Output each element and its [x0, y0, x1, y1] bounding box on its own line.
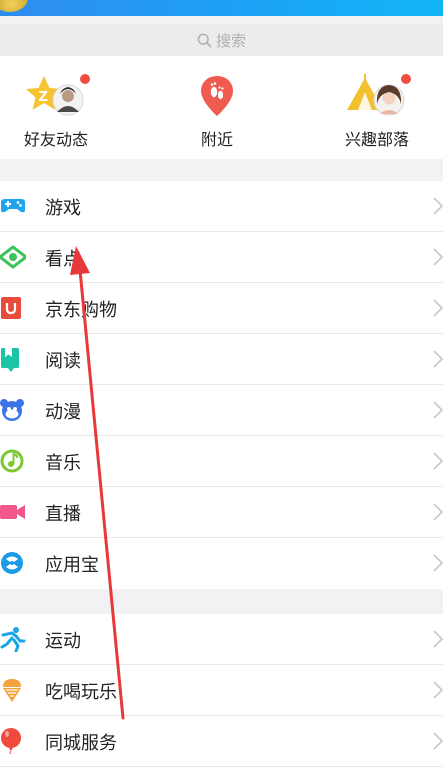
balloon-icon: [1, 728, 21, 754]
quick-interest-tribe[interactable]: 兴趣部落: [312, 72, 442, 150]
jd-shopping-icon: [1, 297, 21, 319]
menu-item-jd-shopping[interactable]: 京东购物: [0, 283, 443, 334]
menu-label: 音乐: [45, 452, 81, 474]
discover-screen: 搜索 Z 好友动态 附近 兴趣部落 游戏 看点 京东购物 阅读 动漫 音乐 直播…: [0, 0, 443, 774]
menu-label: 运动: [45, 630, 81, 652]
quick-label: 附近: [200, 130, 233, 149]
friends-feed-badge: [80, 74, 90, 84]
chevron-right-icon: [433, 452, 443, 470]
quick-friends-feed[interactable]: Z 好友动态: [0, 72, 121, 150]
services-menu-group: 游戏 看点 京东购物 阅读 动漫 音乐 直播 应用宝: [0, 181, 443, 589]
menu-item-music[interactable]: 音乐: [0, 436, 443, 487]
menu-label: 吃喝玩乐: [45, 681, 117, 703]
menu-item-app-store[interactable]: 应用宝: [0, 538, 443, 589]
chevron-right-icon: [433, 401, 443, 419]
chevron-right-icon: [433, 197, 443, 215]
menu-label: 看点: [45, 248, 81, 270]
chevron-right-icon: [433, 681, 443, 699]
user-avatar[interactable]: [0, 0, 28, 12]
quick-label: 兴趣部落: [344, 130, 409, 149]
search-bar[interactable]: 搜索: [0, 24, 443, 56]
menu-label: 应用宝: [45, 554, 99, 576]
live-video-icon: [0, 505, 25, 519]
menu-label: 直播: [45, 503, 81, 525]
svg-text:Z: Z: [39, 90, 48, 105]
menu-item-kandian[interactable]: 看点: [0, 232, 443, 283]
gamepad-icon: [1, 199, 25, 213]
friends-feed-icon: Z: [26, 76, 84, 116]
menu-label: 阅读: [45, 350, 81, 372]
chevron-right-icon: [433, 630, 443, 648]
eye-icon: [0, 245, 26, 269]
top-header-bar: [0, 0, 443, 16]
quick-label: 好友动态: [23, 130, 88, 149]
menu-item-local-services[interactable]: 同城服务: [0, 716, 443, 767]
search-placeholder: 搜索: [215, 31, 246, 50]
interest-tribe-icon: [347, 74, 405, 116]
menu-item-games[interactable]: 游戏: [0, 181, 443, 232]
lifestyle-menu-group: 运动 吃喝玩乐 同城服务: [0, 614, 443, 774]
nearby-location-icon: [201, 76, 233, 116]
menu-label: 游戏: [45, 197, 81, 219]
menu-item-food-fun[interactable]: 吃喝玩乐: [0, 665, 443, 716]
menu-label: 京东购物: [45, 299, 117, 321]
menu-item-sports[interactable]: 运动: [0, 614, 443, 665]
quick-actions-panel: Z 好友动态 附近 兴趣部落: [0, 56, 443, 159]
chevron-right-icon: [433, 299, 443, 317]
menu-label: 动漫: [45, 401, 81, 423]
menu-item-live[interactable]: 直播: [0, 487, 443, 538]
divider: [0, 766, 443, 767]
chevron-right-icon: [433, 503, 443, 521]
search-icon: [197, 33, 212, 47]
chevron-right-icon: [433, 350, 443, 368]
ice-cream-icon: [3, 679, 21, 702]
music-icon: [0, 449, 24, 473]
running-icon: [0, 627, 26, 652]
chevron-right-icon: [433, 732, 443, 750]
quick-nearby[interactable]: 附近: [152, 72, 282, 150]
anime-icon: [0, 399, 24, 421]
menu-item-anime[interactable]: 动漫: [0, 385, 443, 436]
menu-label: 同城服务: [45, 732, 117, 754]
chevron-right-icon: [433, 248, 443, 266]
book-icon: [1, 348, 19, 372]
app-store-icon: [1, 552, 23, 574]
chevron-right-icon: [433, 554, 443, 572]
interest-tribe-badge: [401, 74, 411, 84]
menu-item-reading[interactable]: 阅读: [0, 334, 443, 385]
